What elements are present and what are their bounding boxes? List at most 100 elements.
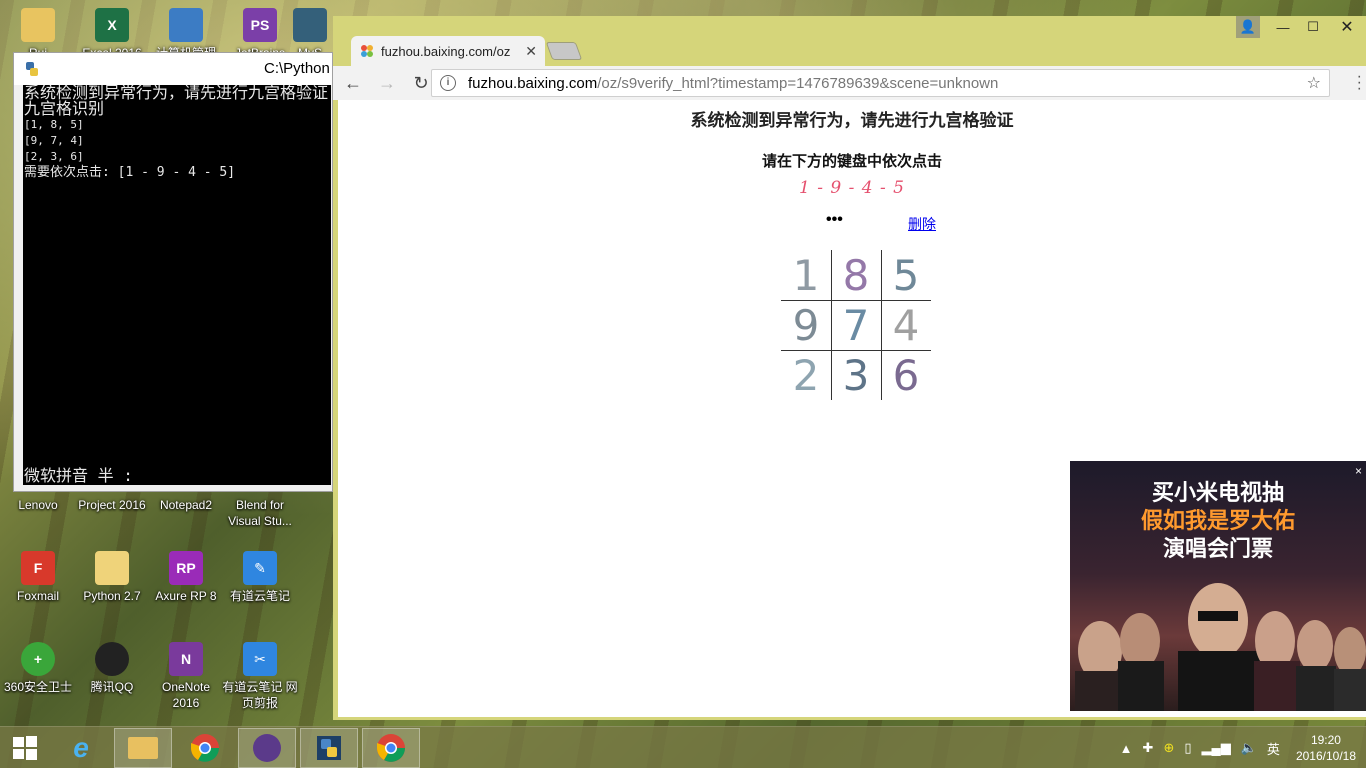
desktop-icon-notepad2[interactable]: Notepad2: [148, 497, 224, 513]
mysql-icon: [293, 8, 327, 42]
browser-toolbar: ← → ↻ i fuzhou.baixing.com/oz/s9verify_h…: [333, 66, 1366, 100]
console-title: C:\Python: [264, 60, 330, 77]
keypad-key[interactable]: 9: [781, 300, 831, 350]
clock-time: 19:20: [1310, 733, 1341, 747]
volume-icon[interactable]: 🔈: [1241, 740, 1257, 756]
console-line: [9, 7, 4]: [24, 134, 84, 147]
youdao-note-icon: ✎: [243, 551, 277, 585]
desktop-icon-qq[interactable]: 腾讯QQ: [74, 642, 150, 695]
keypad-key[interactable]: 8: [831, 250, 881, 300]
taskbar-app-cat[interactable]: [238, 728, 296, 768]
baixing-favicon: [361, 45, 373, 57]
url-path: /oz/s9verify_html?timestamp=1476789639&s…: [597, 74, 999, 92]
axure-icon: RP: [169, 551, 203, 585]
keypad-key[interactable]: 2: [781, 350, 831, 400]
desktop-icon-youdao-note[interactable]: ✎ 有道云笔记: [222, 551, 298, 604]
user-profile-icon[interactable]: 👤: [1236, 16, 1260, 38]
taskbar-file-explorer[interactable]: [114, 728, 172, 768]
taskbar-python[interactable]: [300, 728, 358, 768]
keypad-key[interactable]: 7: [831, 300, 881, 350]
network-signal-icon[interactable]: ▂▄▆: [1202, 740, 1231, 756]
clock-date: 2016/10/18: [1295, 749, 1356, 763]
console-line: 九宫格识别: [24, 99, 105, 118]
chrome-menu-icon[interactable]: · · ·: [1357, 69, 1362, 97]
page-title: 系统检测到异常行为，请先进行九宫格验证: [690, 111, 1014, 131]
desktop-icon-blend[interactable]: Blend for Visual Stu...: [222, 497, 298, 529]
keypad-key[interactable]: 5: [881, 250, 931, 300]
ime-status: 微软拼音 半 :: [24, 466, 133, 485]
chrome-icon: [191, 734, 219, 762]
usb-icon[interactable]: ▯: [1184, 740, 1191, 756]
info-icon[interactable]: i: [440, 75, 456, 91]
back-arrow-icon[interactable]: ←: [339, 69, 367, 97]
start-button[interactable]: [0, 728, 50, 768]
console-titlebar[interactable]: C:\Python: [14, 53, 332, 85]
desktop-icon-360[interactable]: + 360安全卫士: [0, 642, 76, 695]
bookmark-star-icon[interactable]: ☆: [1307, 73, 1321, 93]
clock[interactable]: 19:20 2016/10/18: [1296, 732, 1356, 764]
internet-explorer-icon: e: [73, 732, 89, 763]
python-console-window[interactable]: C:\Python 系统检测到异常行为，请先进行九宫格验证 九宫格识别 [1, …: [13, 52, 333, 492]
ad-headline: 演唱会门票: [1162, 536, 1273, 561]
maximize-icon[interactable]: ☐: [1298, 16, 1328, 38]
ad-popup[interactable]: × 买小米电视抽 假如我是罗大佑 演唱会门票: [1070, 461, 1366, 711]
tab-strip: fuzhou.baixing.com/oz ✕ 👤 — ☐ ✕: [333, 16, 1366, 66]
ime-language-indicator[interactable]: 英: [1267, 739, 1280, 758]
tab-close-icon[interactable]: ✕: [525, 43, 537, 60]
computer-management-icon: [169, 8, 203, 42]
show-hidden-icons-chevron-icon[interactable]: ▲: [1120, 741, 1133, 756]
keypad-digit: 6: [892, 350, 920, 400]
desktop-icon-foxmail[interactable]: F Foxmail: [0, 551, 76, 604]
keypad-key[interactable]: 1: [781, 250, 831, 300]
close-icon[interactable]: ✕: [1328, 16, 1366, 38]
address-bar[interactable]: i fuzhou.baixing.com/oz/s9verify_html?ti…: [431, 69, 1330, 97]
foxmail-icon: F: [21, 551, 55, 585]
taskbar-chrome-active[interactable]: [362, 728, 420, 768]
python-icon: [26, 62, 38, 76]
tray-app-icon[interactable]: ✚: [1143, 740, 1154, 756]
console-line: [1, 8, 5]: [24, 118, 84, 131]
nine-grid-keypad: 1 8 5 9 7 4 2 3 6: [781, 250, 931, 400]
delete-link[interactable]: 删除: [908, 214, 936, 234]
folder-icon: [95, 551, 129, 585]
keypad-digit: 9: [792, 300, 820, 350]
folder-icon: [21, 8, 55, 42]
desktop-icon-python27[interactable]: Python 2.7: [74, 551, 150, 604]
desktop-icon-axure[interactable]: RP Axure RP 8: [148, 551, 224, 604]
keypad-digit: 7: [842, 300, 870, 350]
taskbar-ie[interactable]: e: [52, 728, 110, 768]
keypad-digit: 4: [892, 300, 920, 350]
system-tray: ▲ ✚ ⊕ ▯ ▂▄▆ 🔈 英 19:20 2016/10/18: [1120, 727, 1366, 768]
ad-photo: [1075, 583, 1366, 711]
tab-active[interactable]: fuzhou.baixing.com/oz ✕: [351, 36, 545, 66]
windows-logo-icon: [13, 736, 37, 760]
window-controls: 👤 — ☐ ✕: [1236, 16, 1366, 38]
desktop-icon-lenovo[interactable]: Lenovo: [0, 497, 76, 513]
entered-digits-mask: •••: [826, 211, 843, 228]
taskbar-chrome[interactable]: [176, 728, 234, 768]
phpstorm-icon: PS: [243, 8, 277, 42]
keypad-digit: 8: [842, 250, 870, 300]
minimize-icon[interactable]: —: [1268, 16, 1298, 38]
youdao-clipper-icon: ✂: [243, 642, 277, 676]
console-output[interactable]: 系统检测到异常行为，请先进行九宫格验证 九宫格识别 [1, 8, 5] [9, …: [23, 85, 331, 485]
keypad-key[interactable]: 3: [831, 350, 881, 400]
taskbar: e ▲ ✚ ⊕ ▯ ▂▄▆ 🔈 英 19:20 2016/10/18: [0, 726, 1366, 768]
captcha-sequence: 1 - 9 - 4 - 5: [799, 178, 905, 198]
keypad-digit: 5: [892, 250, 920, 300]
360-tray-icon[interactable]: ⊕: [1163, 740, 1174, 756]
tab-title: fuzhou.baixing.com/oz: [381, 43, 511, 59]
desktop-icon-youdao-clipper[interactable]: ✂ 有道云笔记 网页剪报: [222, 642, 298, 711]
desktop-icon-project[interactable]: Project 2016: [74, 497, 150, 513]
new-tab-button[interactable]: [545, 42, 583, 60]
keypad-digit: 3: [842, 350, 870, 400]
console-line: [2, 3, 6]: [24, 150, 84, 163]
desktop-icon-onenote[interactable]: N OneNote 2016: [148, 642, 224, 711]
360-security-icon: +: [21, 642, 55, 676]
forward-arrow-icon[interactable]: →: [373, 69, 401, 97]
url-host: fuzhou.baixing.com: [468, 74, 598, 92]
file-explorer-icon: [128, 737, 158, 759]
keypad-key[interactable]: 6: [881, 350, 931, 400]
keypad-key[interactable]: 4: [881, 300, 931, 350]
cat-app-icon: [253, 734, 281, 762]
